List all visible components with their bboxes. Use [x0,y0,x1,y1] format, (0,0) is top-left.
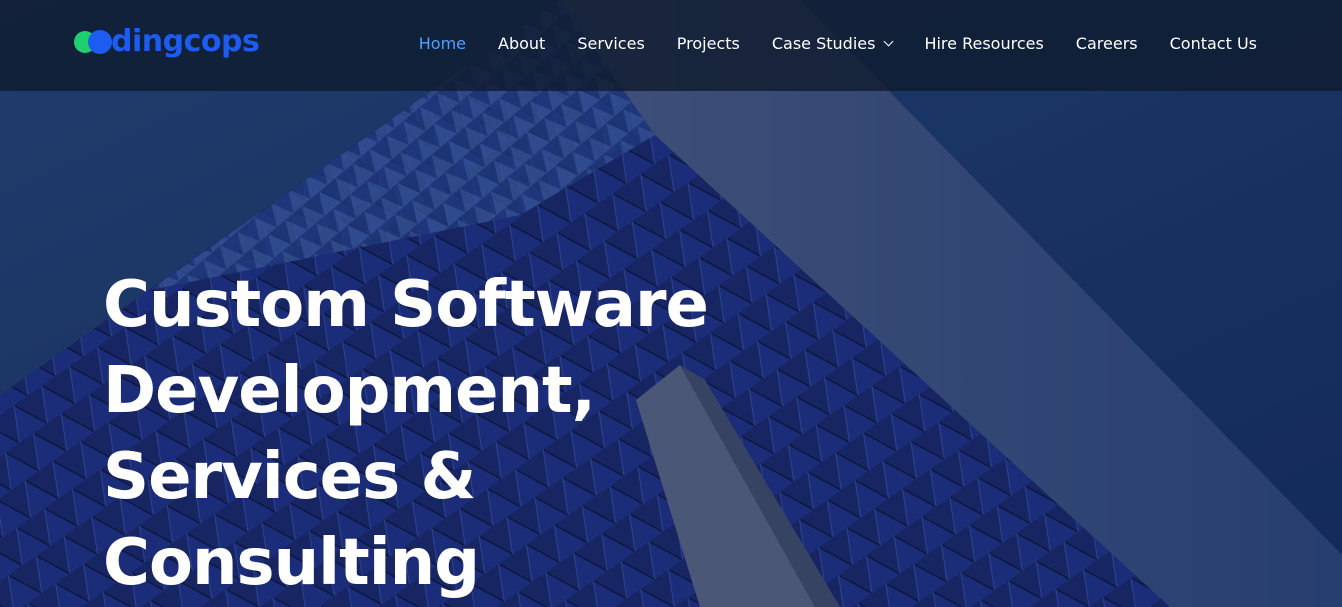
nav-item-label: Case Studies [771,33,876,53]
hero-headline: Custom Software Development, Services & … [103,262,709,606]
logo[interactable]: dingcops [74,22,260,62]
nav-item-label: Contact Us [1169,33,1257,53]
nav-item-about[interactable]: About [498,34,545,53]
nav-item-label: Hire Resources [924,33,1044,53]
nav-item-services[interactable]: Services [577,34,644,53]
main-nav: Home About Services Projects Case Studie… [419,0,1257,86]
hero-headline-line: Development, [103,354,596,428]
hero-headline-line: Services & [103,440,476,514]
nav-item-careers[interactable]: Careers [1076,34,1138,53]
nav-item-hire-resources[interactable]: Hire Resources [924,34,1043,53]
nav-item-label: About [498,33,546,53]
hero-headline-line: Consulting [103,526,480,600]
nav-item-home[interactable]: Home [419,34,466,53]
logo-mark-icon [74,29,114,55]
site-header: dingcops Home About Services Projects Ca… [0,0,1342,91]
chevron-down-icon [884,36,894,46]
nav-item-label: Home [418,33,466,53]
logo-blue-dot [88,30,112,54]
nav-item-label: Projects [676,33,740,53]
page: dingcops Home About Services Projects Ca… [0,0,1342,607]
nav-item-label: Careers [1075,33,1138,53]
logo-text: dingcops [111,24,260,59]
nav-item-projects[interactable]: Projects [677,34,740,53]
nav-item-label: Services [577,33,645,53]
nav-item-contact-us[interactable]: Contact Us [1170,34,1257,53]
nav-item-case-studies[interactable]: Case Studies [771,33,894,53]
hero-headline-line: Custom Software [103,268,709,342]
